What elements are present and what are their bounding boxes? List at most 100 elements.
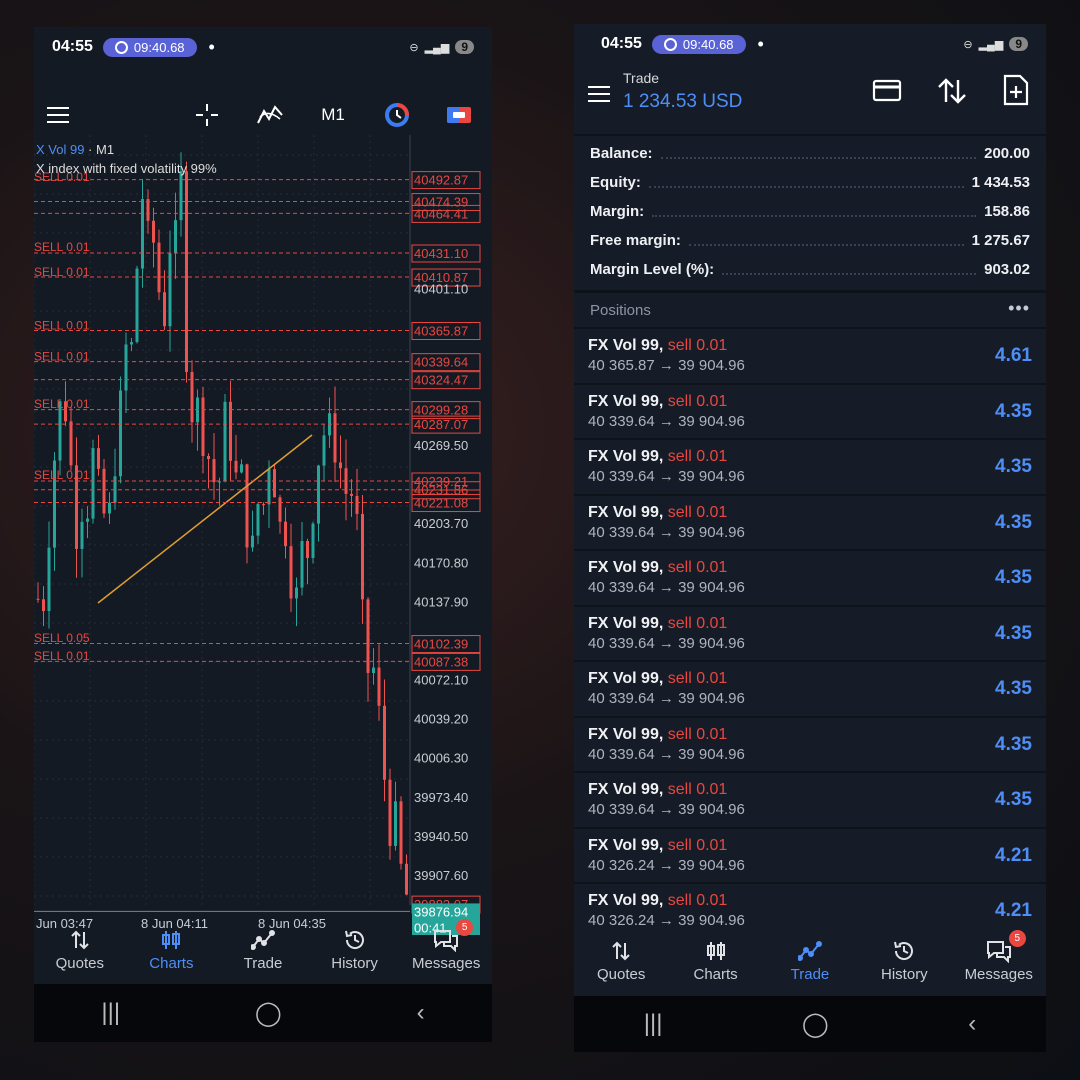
deposit-button[interactable] bbox=[872, 78, 902, 109]
timeframe-button[interactable]: M1 bbox=[317, 95, 349, 135]
charts-icon bbox=[160, 925, 182, 955]
position-row[interactable]: FX Vol 99, sell 0.01 40 339.64 → 39 904.… bbox=[574, 438, 1046, 494]
price-chart[interactable]: SELL 0.01 SELL 0.01 SELL 0.01 SELL 0.01 SELL… bbox=[34, 135, 492, 935]
nav-item-quotes[interactable]: Quotes bbox=[576, 936, 666, 983]
new-order-button[interactable] bbox=[1002, 74, 1030, 111]
dot-leader bbox=[660, 149, 977, 159]
nav-item-quotes[interactable]: Quotes bbox=[35, 925, 125, 972]
position-title: FX Vol 99, sell 0.01 bbox=[588, 615, 727, 633]
position-side: sell 0.01 bbox=[667, 392, 728, 410]
back-icon[interactable]: ‹ bbox=[968, 1010, 976, 1038]
home-icon[interactable]: ◯ bbox=[802, 1010, 829, 1039]
sell-order-label[interactable]: SELL 0.05 bbox=[34, 631, 90, 645]
sell-order-label[interactable]: SELL 0.01 bbox=[34, 468, 90, 482]
position-row[interactable]: FX Vol 99, sell 0.01 40 339.64 → 39 904.… bbox=[574, 549, 1046, 605]
new-order-button[interactable] bbox=[444, 95, 474, 135]
account-label: Free margin: bbox=[590, 232, 681, 249]
more-options-icon[interactable]: ••• bbox=[1008, 298, 1030, 319]
position-prices: 40 326.24 → 39 904.96 bbox=[588, 912, 745, 929]
crosshair-button[interactable] bbox=[192, 95, 222, 135]
hamburger-icon bbox=[588, 86, 610, 102]
position-row[interactable]: FX Vol 99, sell 0.01 40 326.24 → 39 904.… bbox=[574, 826, 1046, 883]
quotes-icon bbox=[69, 925, 91, 955]
candle-body bbox=[399, 801, 403, 864]
position-side: sell 0.01 bbox=[667, 836, 728, 854]
position-row[interactable]: FX Vol 99, sell 0.01 40 339.64 → 39 904.… bbox=[574, 660, 1046, 716]
candle-body bbox=[212, 459, 216, 483]
position-row[interactable]: FX Vol 99, sell 0.01 40 339.64 → 39 904.… bbox=[574, 771, 1046, 827]
nav-item-trade[interactable]: Trade bbox=[218, 925, 308, 972]
position-row[interactable]: FX Vol 99, sell 0.01 40 326.24 → 39 904.… bbox=[574, 882, 1046, 938]
position-side: sell 0.01 bbox=[667, 725, 728, 743]
price-axis-label: 40464.41 bbox=[414, 206, 468, 221]
position-prices: 40 339.64 → 39 904.96 bbox=[588, 468, 745, 485]
positions-header: Positions bbox=[590, 302, 651, 319]
card-icon bbox=[872, 79, 902, 102]
account-row: Equity: 1 434.53 bbox=[574, 168, 1046, 197]
hamburger-icon bbox=[47, 107, 69, 123]
candle-body bbox=[256, 504, 260, 536]
recent-apps-icon[interactable]: ||| bbox=[644, 1010, 663, 1038]
nav-item-charts[interactable]: Charts bbox=[671, 936, 761, 983]
signal-icon: ▂▄▆ bbox=[978, 38, 1004, 51]
position-row[interactable]: FX Vol 99, sell 0.01 40 339.64 → 39 904.… bbox=[574, 604, 1046, 661]
nav-item-trade[interactable]: Trade bbox=[765, 936, 855, 983]
position-row[interactable]: FX Vol 99, sell 0.01 40 339.64 → 39 904.… bbox=[574, 493, 1046, 550]
one-click-trading-button[interactable] bbox=[382, 95, 412, 135]
position-title: FX Vol 99, sell 0.01 bbox=[588, 892, 727, 910]
candle-body bbox=[47, 547, 51, 612]
timer-value: 09:40.68 bbox=[133, 39, 185, 55]
positions-list: FX Vol 99, sell 0.01 40 365.87 → 39 904.… bbox=[574, 327, 1046, 938]
trade-icon bbox=[797, 936, 822, 966]
system-nav-bar: ||| ◯ ‹ bbox=[34, 984, 492, 1042]
home-icon[interactable]: ◯ bbox=[255, 999, 282, 1028]
nav-item-charts[interactable]: Charts bbox=[126, 925, 216, 972]
position-row[interactable]: FX Vol 99, sell 0.01 40 339.64 → 39 904.… bbox=[574, 715, 1046, 772]
timer-pill[interactable]: 09:40.68 bbox=[651, 34, 746, 54]
nav-item-messages[interactable]: Messages 5 bbox=[401, 919, 491, 972]
candle-body bbox=[240, 464, 243, 473]
trade-header: Trade 1 234.53 USD bbox=[574, 64, 1046, 134]
position-row[interactable]: FX Vol 99, sell 0.01 40 339.64 → 39 904.… bbox=[574, 382, 1046, 439]
sell-order-label[interactable]: SELL 0.01 bbox=[34, 397, 90, 411]
nav-label: Messages bbox=[411, 955, 481, 972]
indicators-button[interactable] bbox=[254, 95, 286, 135]
candle-body bbox=[124, 344, 128, 391]
dnd-icon: ⊖ bbox=[963, 38, 973, 51]
dnd-icon: ⊖ bbox=[409, 41, 419, 54]
position-title: FX Vol 99, sell 0.01 bbox=[588, 448, 727, 466]
sort-button[interactable] bbox=[936, 76, 968, 111]
candle-body bbox=[168, 253, 172, 327]
menu-button[interactable] bbox=[584, 74, 614, 114]
nav-item-messages[interactable]: Messages 5 bbox=[954, 930, 1044, 983]
sell-order-label[interactable]: SELL 0.01 bbox=[34, 649, 90, 663]
position-symbol: FX Vol 99, bbox=[588, 781, 664, 798]
recent-apps-icon[interactable]: ||| bbox=[101, 999, 120, 1027]
sell-order-label[interactable]: SELL 0.01 bbox=[34, 240, 90, 254]
position-prices: 40 339.64 → 39 904.96 bbox=[588, 745, 745, 763]
candle-body bbox=[141, 199, 144, 269]
new-document-icon bbox=[1003, 74, 1029, 106]
candle-body bbox=[405, 863, 408, 895]
nav-item-history[interactable]: History bbox=[859, 936, 949, 983]
position-side: sell 0.01 bbox=[667, 781, 728, 798]
position-profit: 4.35 bbox=[995, 567, 1032, 588]
menu-button[interactable] bbox=[38, 95, 78, 135]
back-icon[interactable]: ‹ bbox=[417, 999, 425, 1027]
candle-body bbox=[185, 171, 188, 372]
candle-body bbox=[251, 535, 254, 548]
position-profit: 4.21 bbox=[995, 900, 1032, 921]
stopwatch-icon bbox=[114, 40, 128, 54]
chart-symbol-description: X index with fixed volatility 99% bbox=[36, 161, 217, 176]
candle-body bbox=[108, 502, 111, 514]
nav-item-history[interactable]: History bbox=[310, 925, 400, 972]
position-title: FX Vol 99, sell 0.01 bbox=[588, 337, 727, 355]
sell-order-label[interactable]: SELL 0.01 bbox=[34, 319, 90, 333]
system-nav-bar: ||| ◯ ‹ bbox=[574, 996, 1046, 1052]
candle-body bbox=[223, 401, 227, 482]
sell-order-label[interactable]: SELL 0.01 bbox=[34, 349, 90, 363]
timer-pill[interactable]: 09:40.68 bbox=[102, 37, 197, 57]
sell-order-label[interactable]: SELL 0.01 bbox=[34, 265, 90, 279]
position-row[interactable]: FX Vol 99, sell 0.01 40 365.87 → 39 904.… bbox=[574, 327, 1046, 383]
charts-icon bbox=[705, 936, 727, 966]
